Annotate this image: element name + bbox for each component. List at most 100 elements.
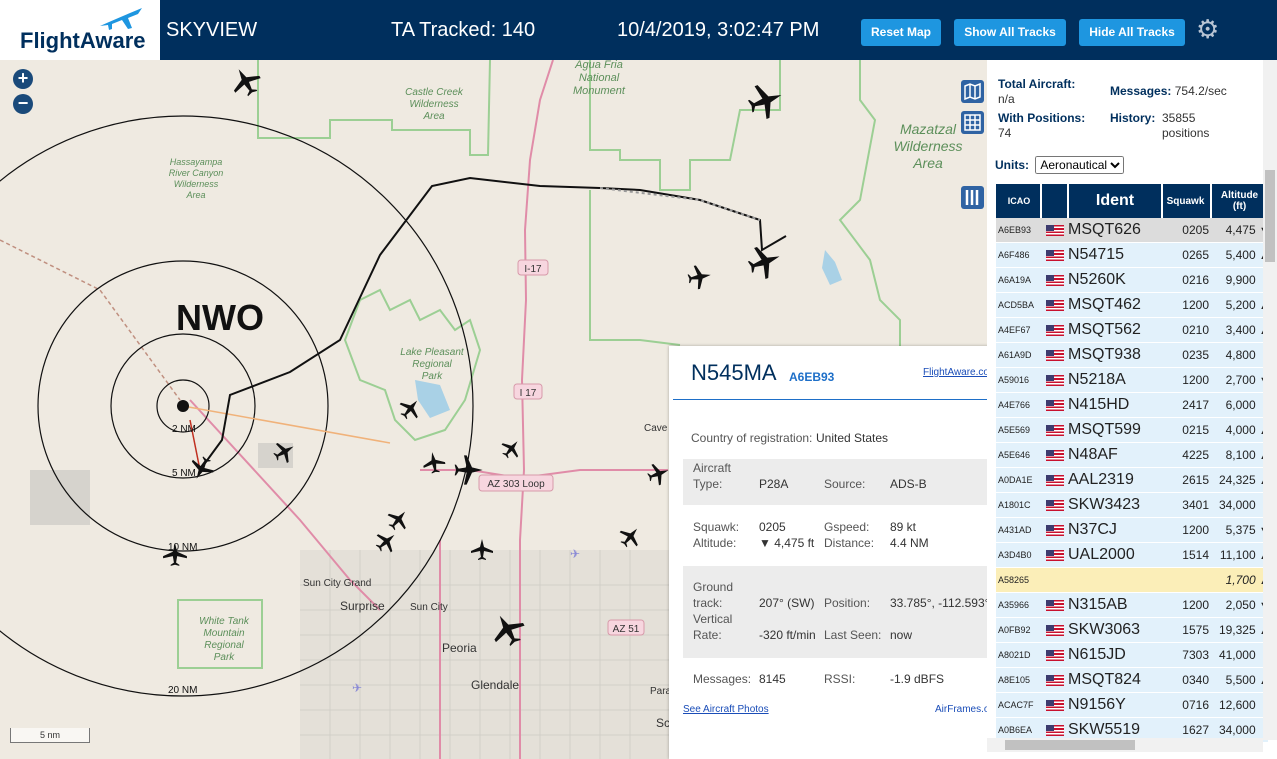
row-squawk: 2615 <box>1162 467 1211 493</box>
row-altitude: 5,400 ▲ <box>1211 242 1270 268</box>
hide-all-tracks-button[interactable]: Hide All Tracks <box>1079 19 1185 46</box>
nwo-label: NWO <box>176 297 264 338</box>
aircraft-row[interactable]: A5E569 MSQT59902154,000 ▲ <box>996 417 1270 443</box>
col-icao[interactable]: ICAO <box>996 184 1042 218</box>
messages-rate-value: 754.2/sec <box>1174 84 1227 98</box>
units-select[interactable]: Aeronautical <box>1035 156 1125 174</box>
row-altitude: 3,400 ▲ <box>1211 317 1270 343</box>
tracked-count: TA Tracked: 140 <box>391 19 536 41</box>
row-ident: MSQT562 <box>1068 317 1162 343</box>
row-altitude: 5,375 ▼ <box>1211 517 1270 543</box>
us-flag-icon <box>1041 367 1068 393</box>
gspeed-value: 89 kt <box>890 520 917 534</box>
aircraft-row[interactable]: A3D4B0 UAL2000151411,100 ▲ <box>996 542 1270 568</box>
aircraft-row[interactable]: A5E646 N48AF42258,100 ▲ <box>996 442 1270 468</box>
show-all-tracks-button[interactable]: Show All Tracks <box>954 19 1066 46</box>
lake-pleasant <box>415 380 450 418</box>
map-layer-icon[interactable] <box>961 80 984 103</box>
reset-map-button[interactable]: Reset Map <box>861 19 941 46</box>
aircraft-row[interactable]: A6A19A N5260K 0216 9,900 <box>996 267 1268 293</box>
row-squawk: 4225 <box>1162 442 1211 468</box>
aircraft-row[interactable]: A6F486 N5471502655,400 ▲ <box>996 242 1270 268</box>
col-ident[interactable]: Ident <box>1068 184 1163 218</box>
row-icao: A0FB92 <box>996 617 1041 643</box>
grid-icon[interactable] <box>961 111 984 134</box>
source-value: ADS-B <box>890 477 927 491</box>
row-altitude: 41,000 <box>1211 642 1268 668</box>
row-squawk: 1575 <box>1162 617 1211 643</box>
aircraft-row[interactable]: A59016 N5218A12002,700 ▼ <box>996 367 1270 393</box>
lastseen-value: now <box>890 628 913 642</box>
svg-text:Peoria: Peoria <box>442 641 477 655</box>
aircraft-row[interactable]: A61A9D MSQT938 0235 4,800 <box>996 342 1268 368</box>
row-altitude: 8,100 ▲ <box>1211 442 1270 468</box>
row-icao: A8E105 <box>996 667 1041 693</box>
row-icao: A61A9D <box>996 342 1041 368</box>
panel-vertical-scrollbar[interactable] <box>1263 60 1277 740</box>
us-flag-icon <box>1041 542 1068 568</box>
receiver-site <box>177 400 189 412</box>
row-ident: UAL2000 <box>1068 542 1162 568</box>
current-datetime: 10/4/2019, 3:02:47 PM <box>617 19 820 41</box>
flightaware-logo[interactable]: FlightAware <box>0 0 160 60</box>
gear-icon[interactable]: ⚙ <box>1196 15 1219 43</box>
row-squawk: 0205 <box>1162 218 1211 243</box>
panel-horizontal-scrollbar[interactable] <box>987 738 1263 752</box>
row-ident: MSQT462 <box>1068 292 1162 318</box>
aircraft-row[interactable]: ACD5BA MSQT46212005,200 ▲ <box>996 292 1270 318</box>
row-icao: A8021D <box>996 642 1041 668</box>
svg-text:Agua FriaNationalMonument: Agua Fria National Monument <box>573 60 626 97</box>
aircraft-row[interactable]: A1801C SKW3423 3401 34,000 <box>996 492 1268 518</box>
row-altitude: 34,000 <box>1211 492 1268 518</box>
aircraft-row[interactable]: ACAC7F N9156Y 0716 12,600 <box>996 692 1268 718</box>
position-value: 33.785°, -112.593° <box>890 596 990 610</box>
aircraft-row[interactable]: A4EF67 MSQT56202103,400 ▲ <box>996 317 1270 343</box>
aircraft-row[interactable]: A8E105 MSQT82403405,500 ▲ <box>996 667 1270 693</box>
us-flag-icon <box>1041 417 1068 443</box>
zoom-out-button[interactable]: − <box>13 94 33 114</box>
aircraft-row[interactable]: A4E766 N415HD 2417 6,000 <box>996 392 1268 418</box>
logo-plane-icon <box>100 8 142 30</box>
aircraft-row[interactable]: A0FB92 SKW3063157519,325 ▲ <box>996 617 1270 643</box>
aircraft-row[interactable]: A6EB93 MSQT62602054,475 ▼ <box>996 218 1270 243</box>
zoom-in-button[interactable]: + <box>13 69 33 89</box>
aircraft-photos-link[interactable]: See Aircraft Photos <box>683 704 769 715</box>
svg-text:Sun City Grand: Sun City Grand <box>303 578 371 589</box>
row-ident: N54715 <box>1068 242 1162 268</box>
us-flag-icon <box>1041 292 1068 318</box>
us-flag-icon <box>1041 442 1068 468</box>
row-altitude: 11,100 ▲ <box>1211 542 1270 568</box>
vrate-value: -320 ft/min <box>759 628 816 642</box>
distance-value: 4.4 NM <box>890 536 929 550</box>
row-altitude: 4,800 <box>1211 342 1268 368</box>
top-bar: FlightAware SKYVIEW TA Tracked: 140 10/4… <box>0 0 1277 60</box>
row-squawk: 7303 <box>1162 642 1211 668</box>
messages-rate-label: Messages: <box>1110 84 1172 98</box>
row-ident: MSQT626 <box>1068 218 1162 243</box>
mazatzal-boundary <box>838 60 940 361</box>
columns-icon[interactable] <box>961 186 984 209</box>
aircraft-row[interactable]: A431AD N37CJ12005,375 ▼ <box>996 517 1270 543</box>
row-icao: A35966 <box>996 592 1041 618</box>
aircraft-row[interactable]: A8021D N615JD 7303 41,000 <box>996 642 1268 668</box>
us-flag-icon <box>1041 392 1068 418</box>
agua-fria-lower <box>589 190 681 346</box>
col-squawk[interactable]: Squawk <box>1162 184 1212 218</box>
col-altitude[interactable]: Altitude (ft) <box>1211 184 1269 218</box>
aircraft-row[interactable]: A35966 N315AB12002,050 ▼ <box>996 592 1270 618</box>
svg-text:Lake PleasantRegionalPark: Lake Pleasant Regional Park <box>400 347 465 382</box>
us-flag-icon <box>1041 517 1068 543</box>
aircraft-row[interactable]: A0DA1E AAL2319261524,325 ▲ <box>996 467 1270 493</box>
row-ident: N5260K <box>1068 267 1162 293</box>
row-ident: N415HD <box>1068 392 1162 418</box>
row-squawk: 0235 <box>1162 342 1211 368</box>
row-altitude: 24,325 ▲ <box>1211 467 1270 493</box>
rssi-value: -1.9 dBFS <box>890 672 945 686</box>
row-altitude: 4,000 ▲ <box>1211 417 1270 443</box>
col-flag[interactable] <box>1041 184 1069 218</box>
aircraft-row[interactable]: A58265 1,700 ▲ <box>996 567 1270 593</box>
units-control: Units: Aeronautical <box>995 156 1125 174</box>
row-icao: A6EB93 <box>996 218 1041 243</box>
squawk-value: 0205 <box>759 520 786 534</box>
us-flag-icon <box>1041 317 1068 343</box>
